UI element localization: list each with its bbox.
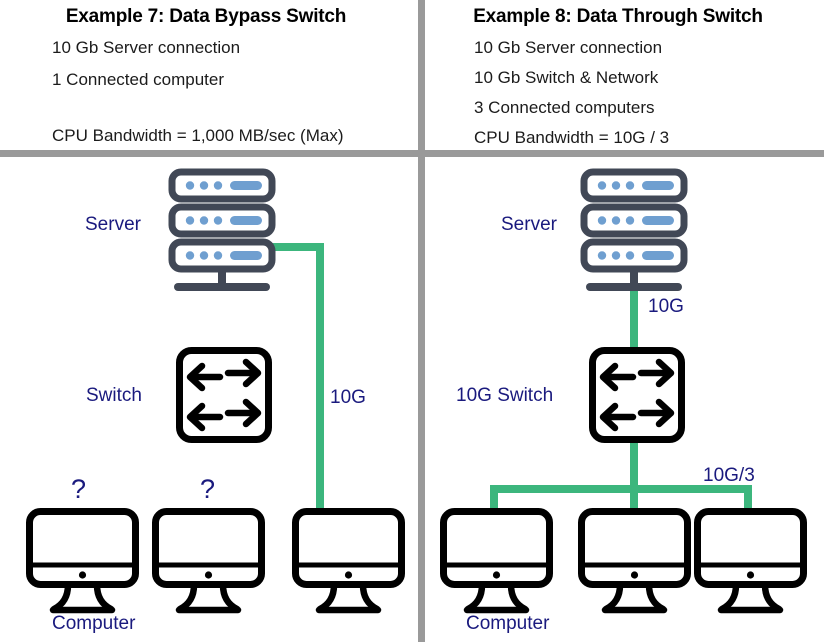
panel-header-left: Example 7: Data Bypass Switch 10 Gb Serv… bbox=[0, 0, 412, 150]
network-bandwidth-diagram: Example 7: Data Bypass Switch 10 Gb Serv… bbox=[0, 0, 824, 642]
computer-icon-right-1 bbox=[444, 512, 550, 611]
cable-label-right-uplink: 10G bbox=[648, 296, 684, 317]
computer-label-left: Computer bbox=[52, 613, 136, 634]
computer-label-right: Computer bbox=[466, 613, 550, 634]
server-icon-left bbox=[172, 172, 272, 291]
panel-header-right: Example 8: Data Through Switch 10 Gb Ser… bbox=[412, 0, 824, 150]
panel-right-line-1: 10 Gb Server connection bbox=[474, 38, 663, 57]
panel-left-line-1: 10 Gb Server connection bbox=[52, 38, 241, 57]
switch-label-left: Switch bbox=[86, 385, 142, 406]
panel-right-line-3: 3 Connected computers bbox=[474, 98, 655, 117]
panel-left-line-2: 1 Connected computer bbox=[52, 70, 224, 89]
panel-title-left: Example 7: Data Bypass Switch bbox=[65, 6, 347, 27]
switch-icon-right bbox=[593, 351, 682, 440]
horizontal-divider bbox=[0, 150, 824, 157]
cable-label-left-10g: 10G bbox=[330, 387, 366, 408]
server-icon-right bbox=[584, 172, 684, 291]
computer-icon-right-3 bbox=[698, 512, 804, 611]
computer-icon-left-1 bbox=[30, 512, 136, 611]
switch-icon-left bbox=[180, 351, 269, 440]
server-label-right: Server bbox=[501, 214, 557, 235]
computer-icon-left-3 bbox=[296, 512, 402, 611]
cable-label-right-downlink: 10G/3 bbox=[703, 465, 755, 486]
panel-left-line-3: CPU Bandwidth = 1,000 MB/sec (Max) bbox=[52, 126, 344, 145]
unknown-marker-left-1: ? bbox=[71, 474, 87, 504]
computer-icon-right-2 bbox=[582, 512, 688, 611]
panel-right-line-2: 10 Gb Switch & Network bbox=[474, 68, 659, 87]
panel-right-line-4: CPU Bandwidth = 10G / 3 bbox=[474, 128, 670, 147]
server-label-left: Server bbox=[85, 214, 141, 235]
switch-label-right: 10G Switch bbox=[456, 385, 554, 406]
computer-icon-left-2 bbox=[156, 512, 262, 611]
unknown-marker-left-2: ? bbox=[200, 474, 216, 504]
cable-server-to-computer-left bbox=[272, 243, 324, 509]
panel-title-right: Example 8: Data Through Switch bbox=[473, 6, 763, 27]
